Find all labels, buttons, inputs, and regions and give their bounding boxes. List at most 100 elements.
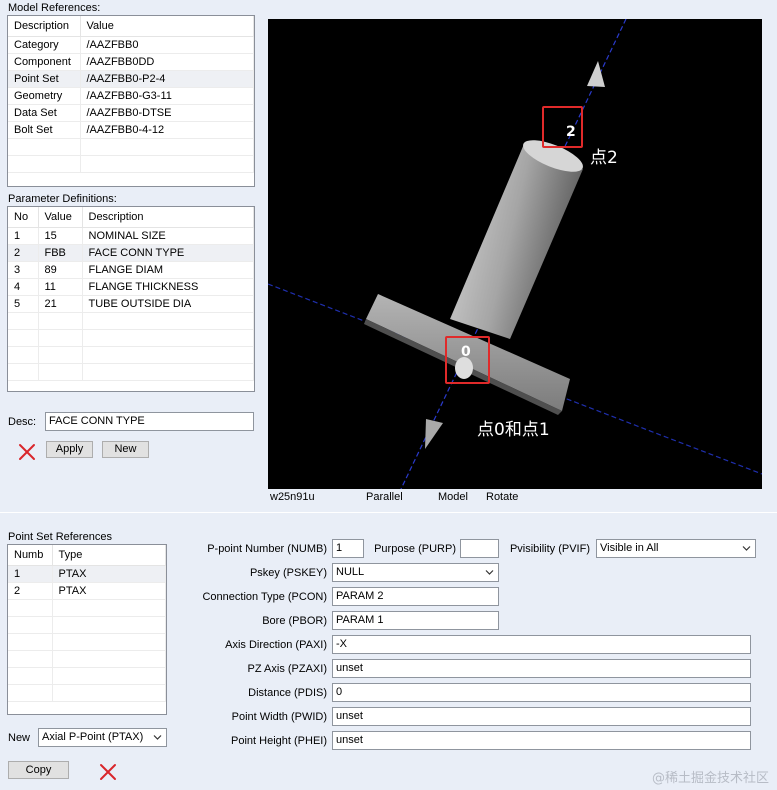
point-numb: 2 <box>8 582 53 600</box>
phei-label: Point Height (PHEI) <box>231 735 327 747</box>
point-type: PTAX <box>52 582 166 600</box>
table-row-selected[interactable]: Point Set/AAZFBB0-P2-4 <box>8 70 254 88</box>
pcon-input[interactable]: PARAM 2 <box>332 587 499 606</box>
point-marker-2: 2 <box>566 124 576 140</box>
point-numb: 1 <box>8 565 53 583</box>
column-header-no[interactable]: No <box>8 207 39 228</box>
column-header-value[interactable]: Value <box>38 207 83 228</box>
row-value: /AAZFBB0 <box>80 36 254 54</box>
param-defs-grid[interactable]: No Value Description 1 15 NOMINAL SIZE 2 FB… <box>7 206 255 392</box>
point-set-grid[interactable]: Numb Type 1 PTAX 2 PTAX <box>7 544 167 715</box>
copy-button[interactable]: Copy <box>8 761 69 779</box>
param-defs-title: Parameter Definitions: <box>8 193 117 205</box>
empty-row <box>8 667 166 685</box>
table-row[interactable]: 2 PTAX <box>8 582 166 600</box>
annotation-point2: 点2 <box>590 148 618 168</box>
empty-row <box>8 616 166 634</box>
empty-row <box>8 650 166 668</box>
table-row[interactable]: Category/AAZFBB0 <box>8 36 254 54</box>
param-no: 5 <box>8 295 39 313</box>
pbor-input[interactable]: PARAM 1 <box>332 611 499 630</box>
column-header-description[interactable]: Description <box>8 16 81 37</box>
pwid-label: Point Width (PWID) <box>231 711 327 723</box>
delete-point-icon[interactable] <box>98 762 118 782</box>
column-header-value[interactable]: Value <box>80 16 254 37</box>
pnumber-label: P-point Number (NUMB) <box>207 543 327 555</box>
apply-button[interactable]: Apply <box>46 441 93 458</box>
point-type: PTAX <box>52 565 166 583</box>
param-description: TUBE OUTSIDE DIA <box>82 295 254 313</box>
new-point-type-value: Axial P-Point (PTAX) <box>42 731 144 743</box>
desc-input[interactable]: FACE CONN TYPE <box>45 412 254 431</box>
model-refs-grid[interactable]: Description Value Category/AAZFBB0 Compo… <box>7 15 255 187</box>
top-arrow-icon <box>587 61 605 87</box>
point0-highlight: 0 <box>445 336 490 384</box>
table-row[interactable]: Bolt Set/AAZFBB0-4-12 <box>8 121 254 139</box>
annotation-point0-1: 点0和点1 <box>477 420 550 440</box>
pvisibility-select[interactable]: Visible in All <box>596 539 756 558</box>
projection-mode-label[interactable]: Parallel <box>366 491 403 503</box>
empty-row <box>8 363 254 381</box>
table-row[interactable]: 3 89 FLANGE DIAM <box>8 261 254 279</box>
new-button[interactable]: New <box>102 441 149 458</box>
param-no: 1 <box>8 227 39 245</box>
column-header-type[interactable]: Type <box>52 545 166 566</box>
model-refs-title: Model References: <box>8 2 101 14</box>
param-description: NOMINAL SIZE <box>82 227 254 245</box>
pdis-input[interactable]: 0 <box>332 683 751 702</box>
delete-icon[interactable] <box>17 442 37 462</box>
3d-viewport[interactable]: 2 点2 0 点0和点1 <box>268 19 762 489</box>
param-description: FLANGE DIAM <box>82 261 254 279</box>
pzaxi-input[interactable]: unset <box>332 659 751 678</box>
table-row[interactable]: 5 21 TUBE OUTSIDE DIA <box>8 295 254 313</box>
row-value: /AAZFBB0-P2-4 <box>80 70 254 88</box>
table-row-selected[interactable]: 1 PTAX <box>8 565 166 583</box>
table-row[interactable]: Geometry/AAZFBB0-G3-11 <box>8 87 254 105</box>
pnumber-input[interactable]: 1 <box>332 539 364 558</box>
view-name-label: w25n91u <box>270 491 315 503</box>
desc-label: Desc: <box>8 416 37 428</box>
row-value: /AAZFBB0-DTSE <box>80 104 254 122</box>
chevron-down-icon <box>153 735 162 740</box>
chevron-down-icon <box>742 546 751 551</box>
column-header-numb[interactable]: Numb <box>8 545 53 566</box>
row-description: Geometry <box>8 87 81 105</box>
purpose-input[interactable] <box>460 539 499 558</box>
row-description: Category <box>8 36 81 54</box>
chevron-down-icon <box>485 570 494 575</box>
table-row[interactable]: Component/AAZFBB0DD <box>8 53 254 71</box>
paxi-label: Axis Direction (PAXI) <box>225 639 327 651</box>
table-row[interactable]: 1 15 NOMINAL SIZE <box>8 227 254 245</box>
bottom-arrow-icon <box>425 419 443 449</box>
param-description: FACE CONN TYPE <box>82 244 254 262</box>
pvisibility-value: Visible in All <box>600 542 659 554</box>
table-row[interactable]: Data Set/AAZFBB0-DTSE <box>8 104 254 122</box>
paxi-input[interactable]: -X <box>332 635 751 654</box>
row-description: Data Set <box>8 104 81 122</box>
table-row-selected[interactable]: 2 FBB FACE CONN TYPE <box>8 244 254 262</box>
point-marker-0: 0 <box>461 344 471 360</box>
table-row[interactable]: 4 11 FLANGE THICKNESS <box>8 278 254 296</box>
rotate-mode-label[interactable]: Rotate <box>486 491 518 503</box>
pbor-label: Bore (PBOR) <box>262 615 327 627</box>
pskey-select[interactable]: NULL <box>332 563 499 582</box>
pcon-label: Connection Type (PCON) <box>202 591 327 603</box>
empty-row <box>8 633 166 651</box>
row-value: /AAZFBB0-4-12 <box>80 121 254 139</box>
pwid-input[interactable]: unset <box>332 707 751 726</box>
column-header-description[interactable]: Description <box>82 207 254 228</box>
row-value: /AAZFBB0DD <box>80 53 254 71</box>
param-value: 21 <box>38 295 83 313</box>
new-point-type-select[interactable]: Axial P-Point (PTAX) <box>38 728 167 747</box>
empty-row <box>8 138 254 156</box>
param-description: FLANGE THICKNESS <box>82 278 254 296</box>
phei-input[interactable]: unset <box>332 731 751 750</box>
new-type-label: New <box>8 732 31 744</box>
param-no: 2 <box>8 244 39 262</box>
purpose-label: Purpose (PURP) <box>374 543 456 555</box>
empty-row <box>8 155 254 173</box>
point2-highlight: 2 <box>542 106 583 148</box>
model-mode-label[interactable]: Model <box>438 491 468 503</box>
param-value: 11 <box>38 278 83 296</box>
pvisibility-label: Pvisibility (PVIF) <box>509 543 590 555</box>
